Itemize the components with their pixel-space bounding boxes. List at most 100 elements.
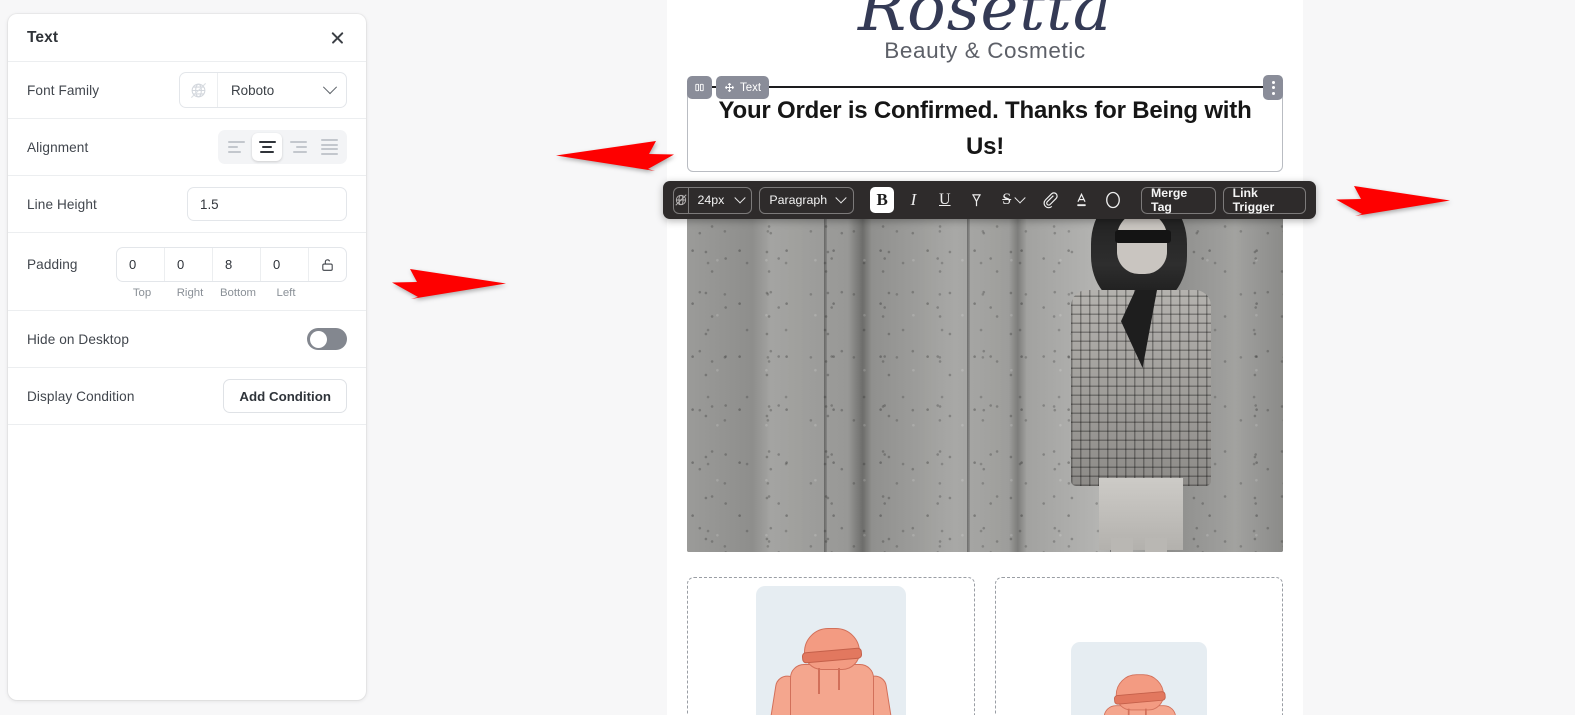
product-card[interactable] — [995, 577, 1283, 715]
close-icon[interactable] — [326, 27, 348, 49]
setting-row-alignment: Alignment — [8, 119, 366, 176]
arrow-to-text-block — [556, 141, 674, 171]
display-condition-label: Display Condition — [27, 388, 135, 404]
padding-label: Padding — [27, 257, 78, 272]
padding-top-input[interactable]: 0 — [117, 248, 165, 281]
block-selection-line — [687, 86, 1283, 88]
align-right-icon — [289, 141, 307, 153]
hoodie-drawstring-left — [1127, 708, 1130, 715]
font-size-select[interactable]: 24px — [689, 188, 751, 213]
block-label-chip[interactable]: Text — [716, 76, 770, 99]
hoodie-drawstring-left — [818, 668, 820, 694]
circle-icon[interactable] — [1101, 187, 1125, 213]
hero-model — [1035, 186, 1245, 552]
font-family-value: Roboto — [231, 82, 275, 98]
block-format-value: Paragraph — [769, 193, 828, 207]
underline-icon[interactable]: U — [933, 187, 957, 213]
hoodie-drawstring-right — [1145, 708, 1147, 715]
link-icon[interactable] — [1038, 187, 1062, 213]
line-height-input[interactable]: 1.5 — [187, 187, 347, 221]
strikethrough-icon: S — [1002, 191, 1012, 208]
bold-icon[interactable]: B — [870, 187, 895, 213]
font-size-value: 24px — [697, 193, 725, 207]
column-handle-icon[interactable] — [687, 76, 712, 99]
padding-fields: 0 0 8 0 — [116, 247, 347, 282]
product-thumbnail — [756, 586, 906, 715]
hero-seam-1 — [824, 186, 828, 552]
align-left-button[interactable] — [221, 133, 251, 161]
align-center-button[interactable] — [252, 133, 282, 161]
block-format-select[interactable]: Paragraph — [759, 186, 855, 214]
add-condition-button[interactable]: Add Condition — [223, 379, 347, 413]
hoodie-body — [790, 664, 874, 715]
strikethrough-button[interactable]: S — [995, 187, 1031, 213]
padding-left-input[interactable]: 0 — [261, 248, 309, 281]
font-size-control[interactable]: 24px — [673, 186, 753, 214]
brand-logo: Rosetta — [667, 0, 1303, 30]
padding-caption-spacer — [310, 287, 347, 299]
padding-right-input[interactable]: 0 — [165, 248, 213, 281]
hide-on-desktop-toggle[interactable] — [307, 328, 347, 350]
padding-caption-left: Left — [276, 287, 296, 299]
align-center-icon — [258, 141, 276, 153]
selected-text-block-wrapper: Text Your Order is Confirmed. Thanks for… — [687, 75, 1283, 172]
merge-tag-button[interactable]: Merge Tag — [1141, 186, 1216, 214]
product-thumbnail — [1071, 642, 1207, 715]
email-preview-canvas: Rosetta Beauty & Cosmetic Text — [667, 0, 1303, 715]
panel-header: Text — [8, 14, 366, 62]
chevron-down-icon — [1014, 192, 1026, 204]
globe-disabled-icon — [674, 187, 690, 213]
italic-icon[interactable]: I — [901, 187, 925, 213]
hero-image[interactable] — [687, 186, 1283, 552]
page-title: Text — [27, 28, 59, 46]
model-face — [1117, 212, 1167, 274]
align-justify-button[interactable] — [314, 133, 344, 161]
globe-disabled-icon — [180, 73, 218, 107]
setting-row-display-condition: Display Condition Add Condition — [8, 368, 366, 425]
padding-caption-bottom: Bottom — [219, 287, 257, 299]
line-height-value: 1.5 — [200, 196, 219, 212]
padding-caption-right: Right — [176, 287, 204, 299]
padding-bottom-input[interactable]: 8 — [213, 248, 261, 281]
product-card-row — [687, 577, 1283, 715]
model-leg-right — [1145, 538, 1167, 552]
font-family-label: Font Family — [27, 82, 100, 98]
chevron-down-icon — [734, 192, 746, 204]
font-family-select[interactable]: Roboto — [218, 73, 346, 107]
text-color-icon[interactable] — [1070, 187, 1094, 213]
more-vertical-icon[interactable] — [1263, 75, 1283, 100]
highlighter-icon[interactable] — [964, 187, 988, 213]
coral-hoodie-illustration — [1084, 671, 1194, 715]
text-block-content: Your Order is Confirmed. Thanks for Bein… — [718, 97, 1252, 160]
move-icon — [725, 83, 734, 92]
chevron-down-icon — [322, 80, 338, 95]
setting-row-hide-on-desktop: Hide on Desktop — [8, 311, 366, 368]
align-justify-icon — [320, 138, 338, 156]
link-trigger-button[interactable]: Link Trigger — [1222, 186, 1306, 214]
model-leg-left — [1111, 538, 1133, 552]
alignment-label: Alignment — [27, 139, 89, 155]
hoodie-drawstring-right — [838, 668, 840, 690]
brand-tagline: Beauty & Cosmetic — [884, 38, 1086, 63]
rich-text-toolbar: 24px Paragraph B I U S Merge Tag Link Tr… — [663, 181, 1316, 219]
font-family-control[interactable]: Roboto — [179, 72, 347, 108]
model-sunglasses — [1115, 230, 1171, 243]
setting-row-line-height: Line Height 1.5 — [8, 176, 366, 233]
hero-seam-2 — [967, 186, 971, 552]
padding-captions: Top Right Bottom Left — [27, 287, 347, 299]
setting-row-font-family: Font Family Roboto — [8, 62, 366, 119]
setting-row-padding: Padding 0 0 8 0 Top Right Bottom Left — [8, 233, 366, 311]
text-block-editor[interactable]: Your Order is Confirmed. Thanks for Bein… — [687, 86, 1283, 172]
alignment-button-group — [218, 130, 347, 164]
align-right-button[interactable] — [283, 133, 313, 161]
coral-hoodie-illustration — [767, 624, 895, 715]
block-label-text: Text — [740, 81, 762, 94]
line-height-label: Line Height — [27, 196, 97, 212]
text-settings-panel: Text Font Family Roboto Alignment Line H… — [8, 14, 366, 700]
toggle-knob — [310, 330, 327, 348]
product-card[interactable] — [687, 577, 975, 715]
align-left-icon — [227, 141, 245, 153]
padding-caption-top: Top — [132, 287, 152, 299]
unlock-icon[interactable] — [309, 248, 346, 281]
arrow-to-padding-setting — [392, 269, 506, 299]
